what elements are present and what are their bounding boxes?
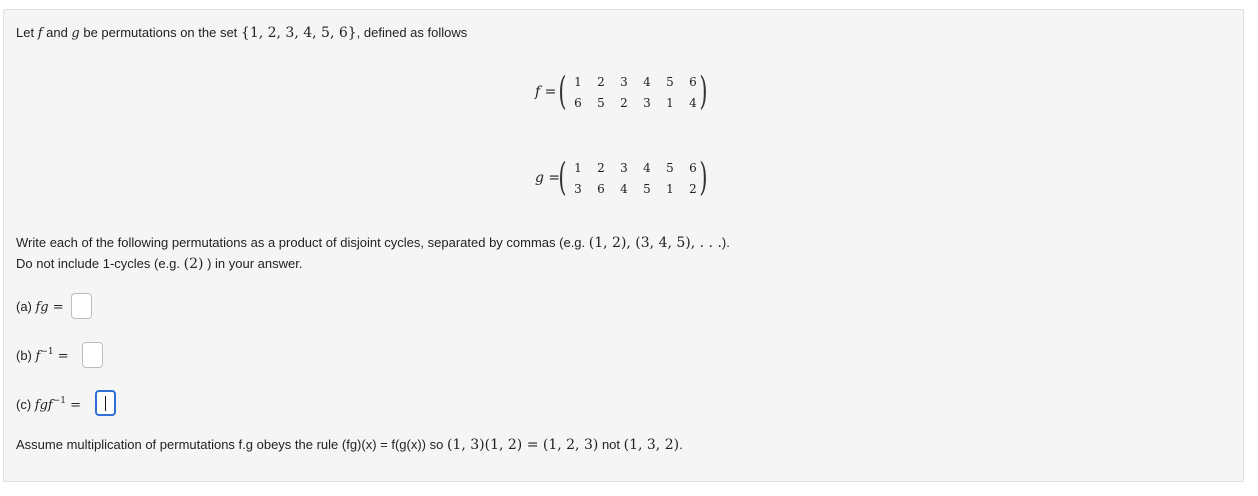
perm-g-bottom-cell: 5 [643,182,651,196]
intro-end: , defined as follows [356,25,468,40]
perm-g-top-cell: 4 [643,161,651,175]
permutation-g: g = ( ) 1 2 3 4 5 6 3 6 4 5 1 2 [535,158,725,202]
text-caret [105,396,106,411]
part-c-prefix: (c) [16,397,35,412]
perm-g-lhs: g = [535,170,561,186]
part-c-expression: fgf [34,398,53,413]
part-a-prefix: (a) [16,299,36,314]
perm-g-top-cell: 3 [620,161,628,175]
perm-g-bottom-cell: 6 [597,182,605,196]
perm-f-bottom-cell: 6 [574,96,582,110]
perm-f-bottom-cell: 3 [643,96,651,110]
intro-set: {1, 2, 3, 4, 5, 6} [240,25,357,41]
instructions-line-1: Write each of the following permutations… [16,234,730,252]
left-paren: ( [558,155,567,199]
perm-f-lhs: f = [535,84,557,100]
perm-f-top-cell: 3 [620,75,628,89]
part-b-equals: = [53,349,69,364]
instructions-example: (2) [183,256,204,272]
footer-end: . [679,437,683,452]
answer-input-a[interactable] [71,293,92,319]
intro-g-symbol: g [71,26,80,41]
perm-g-bottom-cell: 1 [666,182,674,196]
perm-f-bottom-cell: 1 [666,96,674,110]
instructions-line-2: Do not include 1-cycles (e.g. (2) ) in y… [16,255,302,273]
instructions-end: ). [721,235,730,250]
footer-not: not [598,437,624,452]
part-a-expression: fg [35,300,49,315]
perm-g-matrix: ( ) 1 2 3 4 5 6 3 6 4 5 1 2 [558,155,708,199]
intro-set-text: be permutations on the set [79,25,241,40]
part-a-label: (a) fg = [16,298,64,317]
perm-f-top-cell: 6 [689,75,697,89]
part-b-prefix: (b) [16,348,36,363]
part-c-label: (c) fgf−1 = [16,396,81,415]
right-paren: ) [699,69,708,113]
perm-g-bottom-cell: 3 [574,182,582,196]
perm-f-top-cell: 5 [666,75,674,89]
instructions-text: Write each of the following permutations… [16,235,589,250]
left-paren: ( [558,69,567,113]
perm-f-bottom-cell: 2 [620,96,628,110]
intro-let: Let [16,25,38,40]
perm-f-top-cell: 1 [574,75,582,89]
part-c-equals: = [66,398,82,413]
permutation-f: f = ( ) 1 2 3 4 5 6 6 5 2 3 1 4 [535,72,725,116]
part-b-exponent: −1 [40,347,54,357]
perm-g-top-cell: 5 [666,161,674,175]
intro-text: Let f and g be permutations on the set {… [16,24,467,43]
answer-input-b[interactable] [82,342,103,368]
perm-f-bottom-cell: 5 [597,96,605,110]
part-c-exponent: −1 [52,396,67,406]
perm-f-bottom-cell: 4 [689,96,697,110]
footer-text: Assume multiplication of permutations f.… [16,437,447,452]
perm-g-top-cell: 6 [689,161,697,175]
intro-and: and [42,25,72,40]
perm-f-top-cell: 2 [597,75,605,89]
footer-math-example: (1, 3)(1, 2) = (1, 2, 3) [446,437,599,453]
part-b-label: (b) f−1 = [16,347,69,366]
perm-f-matrix: ( ) 1 2 3 4 5 6 6 5 2 3 1 4 [558,69,708,113]
perm-g-bottom-cell: 2 [689,182,697,196]
part-a-equals: = [48,300,64,315]
perm-g-top-cell: 1 [574,161,582,175]
question-panel: Let f and g be permutations on the set {… [3,9,1244,482]
perm-g-bottom-cell: 4 [620,182,628,196]
instructions-example: (1, 2), (3, 4, 5), . . . [588,235,722,251]
instructions-end: ) in your answer. [203,256,303,271]
perm-g-top-cell: 2 [597,161,605,175]
answer-input-c[interactable] [95,390,116,416]
footer-note: Assume multiplication of permutations f.… [16,436,683,454]
right-paren: ) [699,155,708,199]
footer-math-counterexample: (1, 3, 2) [623,437,680,453]
perm-f-top-cell: 4 [643,75,651,89]
instructions-text: Do not include 1-cycles (e.g. [16,256,184,271]
